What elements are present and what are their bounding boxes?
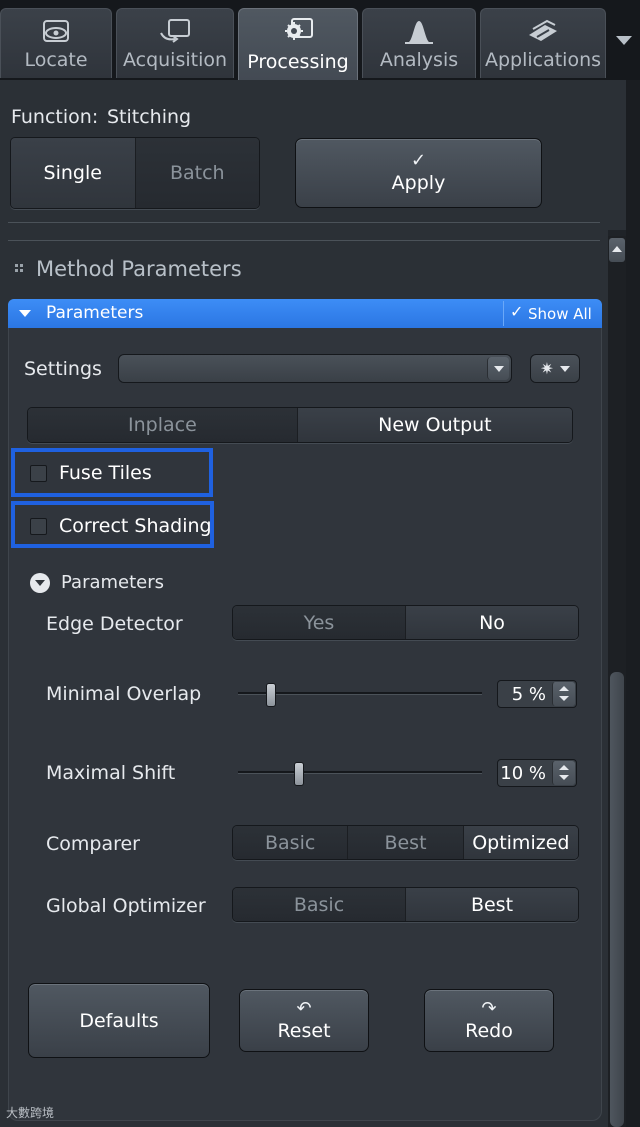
mode-toggle: Single Batch — [10, 137, 260, 209]
drag-handle-icon[interactable] — [15, 264, 25, 274]
slider-track — [238, 771, 482, 774]
global-optimizer-basic-option[interactable]: Basic — [233, 888, 405, 921]
settings-dropdown[interactable] — [118, 354, 512, 383]
tab-processing[interactable]: Processing — [238, 8, 358, 80]
chevron-down-icon[interactable] — [559, 696, 569, 701]
function-label: Function: — [11, 106, 99, 128]
minimal-overlap-value[interactable]: 5 % — [512, 684, 546, 705]
defaults-button[interactable]: Defaults — [28, 983, 210, 1058]
edge-detector-no-option[interactable]: No — [405, 606, 578, 639]
scrollbar-thumb[interactable] — [610, 672, 624, 1127]
maximal-shift-label: Maximal Shift — [46, 762, 176, 784]
parameters-subsection-title: Parameters — [61, 572, 165, 593]
comparer-label: Comparer — [46, 833, 140, 855]
checkmark-icon: ✓ — [410, 150, 427, 171]
collapse-circle-icon[interactable] — [30, 572, 50, 593]
collapse-triangle-icon[interactable] — [19, 310, 31, 317]
parameters-subsection[interactable]: Parameters — [30, 572, 164, 593]
spinner-arrows[interactable] — [552, 682, 575, 706]
edge-detector-yes-option[interactable]: Yes — [233, 606, 405, 639]
undo-icon: ↶ — [296, 997, 312, 1019]
comparer-basic-option[interactable]: Basic — [233, 826, 348, 859]
global-optimizer-toggle: Basic Best — [232, 887, 579, 922]
reset-label: Reset — [277, 1019, 331, 1042]
gear-icon — [285, 18, 313, 40]
chevron-down-icon[interactable] — [616, 36, 632, 45]
redo-button[interactable]: ↷ Redo — [424, 989, 554, 1052]
chevron-up-icon[interactable] — [559, 686, 569, 691]
divider — [8, 222, 600, 223]
checkbox[interactable] — [30, 464, 47, 482]
tab-locate[interactable]: Locate — [0, 8, 112, 78]
window-edge — [626, 80, 640, 1127]
correct-shading-label: Correct Shading — [59, 515, 212, 537]
checkbox[interactable] — [30, 517, 47, 535]
function-value: Stitching — [107, 106, 192, 128]
scroll-up-button[interactable] — [609, 238, 625, 262]
tab-applications[interactable]: Applications — [480, 8, 606, 78]
tab-label: Applications — [484, 49, 602, 71]
minimal-overlap-slider[interactable] — [238, 683, 482, 707]
fuse-tiles-label: Fuse Tiles — [59, 462, 152, 484]
maximal-shift-spinbox[interactable]: 10 % — [497, 759, 577, 787]
apply-button[interactable]: ✓ Apply — [295, 138, 542, 208]
slider-thumb[interactable] — [294, 762, 304, 786]
watermark: 大數跨境 — [6, 1106, 55, 1120]
correct-shading-checkbox[interactable]: Correct Shading — [30, 515, 212, 537]
settings-gear-button[interactable]: ✷ — [530, 354, 580, 383]
tab-label: Processing — [247, 51, 349, 73]
fuse-tiles-checkbox[interactable]: Fuse Tiles — [30, 462, 152, 484]
defaults-label: Defaults — [79, 1009, 159, 1032]
tab-label: Locate — [24, 49, 88, 71]
chevron-down-icon[interactable] — [487, 357, 509, 380]
stack-icon — [529, 19, 557, 41]
edge-detector-label: Edge Detector — [46, 613, 183, 635]
tab-acquisition[interactable]: Acquisition — [116, 8, 234, 78]
tab-bar: Locate Acquisition Processing Analysis A… — [0, 0, 640, 80]
apply-label: Apply — [391, 172, 446, 194]
comparer-optimized-option[interactable]: Optimized — [462, 826, 578, 859]
output-inplace-option[interactable]: Inplace — [28, 408, 297, 442]
output-toggle: Inplace New Output — [27, 407, 573, 443]
reset-button[interactable]: ↶ Reset — [239, 989, 369, 1052]
redo-icon: ↷ — [481, 997, 497, 1019]
slider-thumb[interactable] — [266, 683, 276, 707]
show-all-toggle[interactable]: Show All — [528, 305, 592, 323]
global-optimizer-label: Global Optimizer — [46, 895, 206, 917]
comparer-best-option[interactable]: Best — [347, 826, 463, 859]
method-parameters-title: Method Parameters — [36, 257, 242, 281]
output-new-option[interactable]: New Output — [296, 408, 572, 442]
tab-analysis[interactable]: Analysis — [362, 8, 476, 78]
chevron-down-icon — [559, 365, 570, 372]
settings-label: Settings — [24, 358, 102, 380]
parameters-header[interactable]: Parameters ✓ Show All — [8, 299, 602, 328]
camera-arrow-icon — [160, 19, 190, 43]
divider — [503, 301, 504, 326]
mode-batch-option[interactable]: Batch — [134, 138, 259, 208]
redo-label: Redo — [465, 1019, 513, 1042]
parameters-header-title: Parameters — [46, 303, 144, 323]
mode-single-option[interactable]: Single — [11, 138, 135, 208]
comparer-toggle: Basic Best Optimized — [232, 825, 579, 860]
histogram-icon — [405, 21, 433, 44]
minimal-overlap-spinbox[interactable]: 5 % — [497, 680, 577, 708]
tab-label: Analysis — [379, 49, 459, 71]
chevron-down-icon[interactable] — [559, 775, 569, 780]
chevron-up-icon[interactable] — [559, 765, 569, 770]
spinner-arrows[interactable] — [552, 761, 575, 785]
edge-detector-toggle: Yes No — [232, 605, 579, 640]
divider — [8, 240, 600, 241]
maximal-shift-value[interactable]: 10 % — [500, 763, 546, 784]
checkmark-icon: ✓ — [510, 302, 524, 321]
maximal-shift-slider[interactable] — [238, 762, 482, 786]
global-optimizer-best-option[interactable]: Best — [405, 888, 578, 921]
gear-icon: ✷ — [540, 359, 554, 378]
eye-icon — [43, 20, 69, 42]
minimal-overlap-label: Minimal Overlap — [46, 683, 202, 705]
tab-label: Acquisition — [122, 49, 228, 71]
